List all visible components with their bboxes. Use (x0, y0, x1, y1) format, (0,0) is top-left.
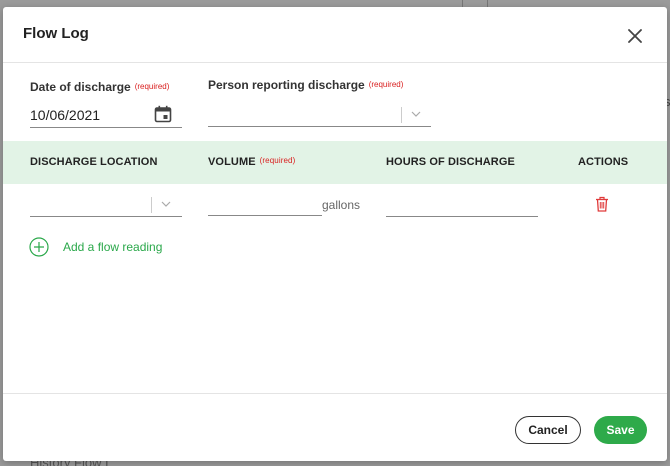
person-reporting-label: Person reporting discharge (required) (208, 78, 403, 92)
required-tag: (required) (368, 80, 404, 89)
add-flow-reading-button[interactable]: Add a flow reading (29, 236, 162, 258)
dialog-title: Flow Log (23, 25, 89, 42)
hours-of-discharge-input[interactable] (386, 197, 538, 217)
chevron-down-icon[interactable] (161, 200, 171, 208)
volume-unit-label: gallons (322, 198, 361, 212)
date-of-discharge-label: Date of discharge (required) (30, 80, 169, 94)
close-icon[interactable] (627, 28, 643, 44)
calendar-icon[interactable] (154, 105, 172, 123)
select-separator (151, 197, 152, 213)
column-header-hours: HOURS OF DISCHARGE (386, 156, 515, 168)
person-reporting-select[interactable] (208, 103, 431, 127)
select-separator (401, 107, 402, 123)
column-header-volume: VOLUME (required) (208, 156, 295, 168)
column-header-discharge-location: DISCHARGE LOCATION (30, 156, 158, 168)
date-of-discharge-input[interactable]: 10/06/2021 (30, 103, 182, 128)
trash-icon[interactable] (595, 196, 609, 212)
dialog-footer: Cancel Save (3, 393, 667, 461)
discharge-location-select[interactable] (30, 193, 182, 217)
flow-readings-table-header: DISCHARGE LOCATION VOLUME (required) HOUR… (3, 141, 667, 184)
required-tag: (required) (259, 156, 296, 165)
date-of-discharge-value: 10/06/2021 (30, 107, 101, 123)
date-of-discharge-label-text: Date of discharge (30, 80, 131, 94)
column-header-volume-text: VOLUME (208, 156, 256, 168)
save-button[interactable]: Save (594, 416, 647, 444)
volume-input[interactable] (208, 196, 322, 216)
add-flow-reading-label: Add a flow reading (63, 240, 163, 254)
flow-log-dialog: Flow Log Date of discharge (required) 10/… (3, 7, 667, 461)
dialog-header: Flow Log (3, 7, 667, 63)
required-tag: (required) (134, 82, 170, 91)
cancel-button[interactable]: Cancel (515, 416, 581, 444)
chevron-down-icon[interactable] (411, 110, 421, 118)
plus-circle-icon (29, 237, 49, 257)
person-reporting-label-text: Person reporting discharge (208, 78, 365, 92)
column-header-actions: ACTIONS (578, 156, 629, 168)
